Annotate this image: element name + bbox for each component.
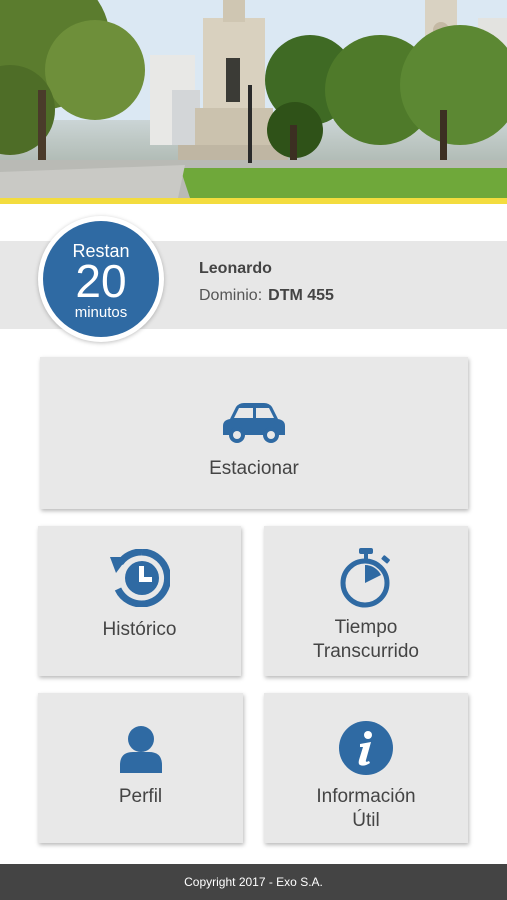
footer-copyright: Copyright 2017 - Exo S.A.	[0, 864, 507, 900]
perfil-label: Perfil	[118, 786, 163, 807]
remaining-time-badge: Restan 20 minutos	[38, 216, 164, 342]
info-label-line1: Información	[316, 786, 416, 807]
domain-row: Dominio: DTM 455	[199, 287, 334, 305]
user-name: Leonardo	[199, 260, 272, 277]
informacion-util-button[interactable]: Información Útil	[264, 693, 468, 843]
user-icon	[38, 725, 243, 773]
estacionar-button[interactable]: Estacionar	[40, 357, 468, 509]
tiempo-transcurrido-button[interactable]: Tiempo Transcurrido	[264, 526, 468, 676]
car-icon	[40, 403, 468, 445]
historico-label: Histórico	[102, 619, 177, 640]
remaining-unit: minutos	[74, 304, 128, 321]
remaining-minutes-value: 20	[75, 255, 127, 307]
remaining-time-circle: Restan 20 minutos	[43, 221, 159, 337]
stopwatch-icon	[264, 548, 468, 608]
estacionar-label: Estacionar	[209, 458, 299, 479]
info-icon	[264, 720, 468, 776]
accent-stripe	[0, 198, 507, 204]
license-plate: DTM 455	[268, 287, 334, 304]
domain-label: Dominio:	[199, 287, 263, 304]
historico-button[interactable]: Histórico	[38, 526, 241, 676]
tiempo-label-line1: Tiempo	[334, 617, 398, 638]
tiempo-label-line2: Transcurrido	[313, 641, 419, 662]
plaza-illustration	[0, 0, 507, 198]
header-photo	[0, 0, 507, 198]
info-label-line2: Útil	[352, 810, 380, 831]
history-icon	[38, 549, 241, 607]
perfil-button[interactable]: Perfil	[38, 693, 243, 843]
